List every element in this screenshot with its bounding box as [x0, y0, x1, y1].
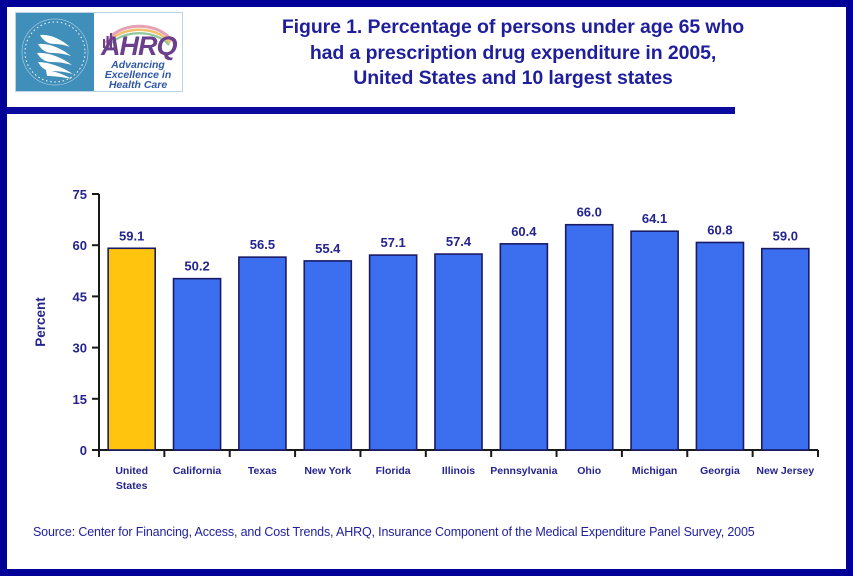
x-tick-label: Illinois [442, 465, 475, 477]
bar-rect[interactable] [630, 230, 679, 451]
title-line-2: had a prescription drug expenditure in 2… [309, 41, 717, 64]
x-tick-label: Michigan [632, 465, 678, 477]
y-tick-label: 75 [73, 187, 87, 202]
bar-value-label: 56.5 [250, 237, 275, 252]
title-line-3: United States and 10 largest states [353, 67, 673, 89]
bars-group: 59.1UnitedStates50.2California56.5Texas5… [107, 205, 814, 492]
y-axis: 0 15 30 45 60 75 [73, 187, 100, 458]
bar-value-label: 59.1 [119, 228, 144, 243]
bar-rect[interactable] [499, 243, 549, 451]
figure-page: AHRQ Advancing Excellence in Health Care [0, 0, 853, 576]
y-axis-title: Percent [33, 297, 48, 347]
bar-pennsylvania[interactable]: 60.4 Pennsylvania [490, 224, 557, 477]
title-line-1: Figure 1. Percentage of persons under ag… [281, 16, 745, 38]
bar-rect[interactable] [172, 277, 222, 451]
bar-value-label: 60.8 [707, 222, 732, 237]
bar-illinois[interactable]: 57.4 Illinois [434, 234, 483, 477]
x-tick-label: California [173, 465, 222, 477]
y-tick-label: 60 [73, 238, 87, 253]
x-tick-label: Ohio [577, 465, 601, 477]
y-tick-label: 15 [73, 392, 87, 407]
bar-value-label: 55.4 [315, 241, 341, 256]
bar-united-states[interactable]: 59.1 United States [107, 228, 157, 492]
x-tick-label: Georgia [700, 465, 740, 477]
bar-value-label: 57.1 [380, 235, 405, 250]
bar-ohio[interactable]: 66.0 Ohio [564, 205, 614, 477]
x-tick-label: Texas [248, 465, 277, 477]
svg-text:Health Care: Health Care [109, 79, 168, 91]
bar-rect[interactable] [303, 260, 353, 451]
bar-rect[interactable] [434, 253, 483, 451]
header-divider [7, 107, 735, 114]
x-tick-label: Florida [376, 465, 411, 477]
x-axis [98, 449, 819, 457]
bar-new-york[interactable]: 55.4 New York [303, 241, 353, 477]
bar-california[interactable]: 50.2 California [172, 259, 222, 477]
bar-florida[interactable]: 57.1 Florida [368, 235, 418, 477]
ahrq-logo: AHRQ Advancing Excellence in Health Care [15, 12, 183, 92]
page-title: Figure 1. Percentage of persons under ag… [193, 15, 833, 92]
x-tick-label: Pennsylvania [490, 465, 557, 477]
bar-value-label: 64.1 [642, 211, 667, 226]
y-tick-label: 45 [73, 289, 87, 304]
ahrq-wordmark: AHRQ Advancing Excellence in Health Care [94, 13, 182, 91]
bar-chart: 0 15 30 45 60 75 Percent 59.1 United States 50.2 Ca… [7, 114, 846, 504]
hhs-seal-icon [16, 13, 94, 91]
bar-rect[interactable] [760, 247, 810, 451]
bar-value-label: 57.4 [446, 234, 472, 249]
y-tick-label: 0 [80, 443, 87, 458]
bar-texas[interactable]: 56.5 Texas [238, 237, 287, 477]
bar-value-label: 60.4 [511, 224, 537, 239]
bar-michigan[interactable]: 64.1 Michigan [630, 211, 679, 477]
bar-value-label: 50.2 [184, 259, 209, 274]
bar-rect[interactable] [107, 247, 157, 451]
x-tick-label: New Jersey [756, 465, 814, 477]
x-tick-label: States [116, 480, 148, 492]
bar-value-label: 66.0 [577, 205, 602, 220]
bar-value-label: 59.0 [773, 229, 798, 244]
x-tick-label: New York [304, 465, 351, 477]
bar-rect[interactable] [695, 241, 745, 451]
bar-rect[interactable] [368, 254, 418, 451]
bar-new-jersey[interactable]: 59.0 New Jersey [756, 229, 814, 477]
x-tick-label: United [115, 465, 148, 477]
bar-georgia[interactable]: 60.8 Georgia [695, 222, 745, 477]
source-note: Source: Center for Financing, Access, an… [33, 525, 755, 539]
figure-header: AHRQ Advancing Excellence in Health Care [7, 7, 846, 114]
bar-rect[interactable] [564, 223, 614, 451]
y-tick-label: 30 [73, 341, 87, 356]
bar-rect[interactable] [238, 256, 287, 451]
